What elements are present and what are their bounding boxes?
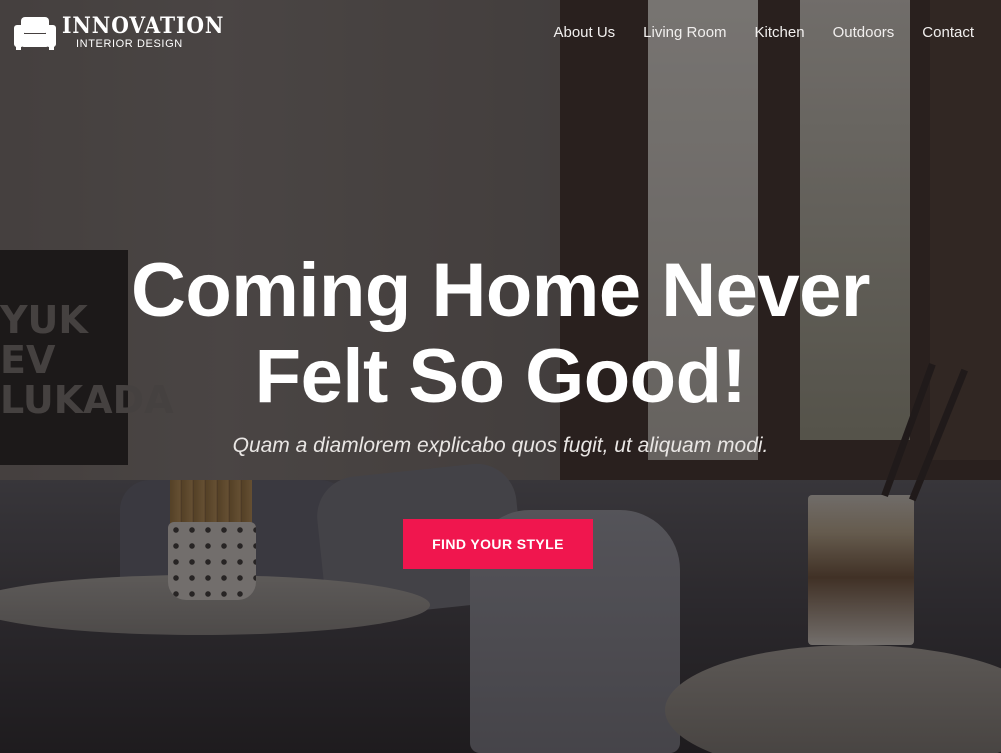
sofa-icon xyxy=(14,14,56,50)
nav-item-about-us[interactable]: About Us xyxy=(553,24,615,42)
site-logo[interactable]: INNOVATION INTERIOR DESIGN xyxy=(14,14,238,50)
hero-title: Coming Home Never Felt So Good! xyxy=(0,248,1001,420)
logo-subtitle: INTERIOR DESIGN xyxy=(76,38,183,50)
nav-item-kitchen[interactable]: Kitchen xyxy=(755,24,805,42)
hero-title-line-2: Felt So Good! xyxy=(254,334,747,419)
nav-item-outdoors[interactable]: Outdoors xyxy=(833,24,895,42)
logo-title: INNOVATION xyxy=(62,13,225,39)
hero-subtitle: Quam a diamlorem explicabo quos fugit, u… xyxy=(232,434,769,457)
site-header: INNOVATION INTERIOR DESIGN About Us Livi… xyxy=(0,0,1001,70)
nav-item-living-room[interactable]: Living Room xyxy=(643,24,726,42)
find-your-style-button[interactable]: FIND YOUR STYLE xyxy=(403,519,593,569)
hero-section: Coming Home Never Felt So Good! Quam a d… xyxy=(0,248,1001,458)
nav-item-contact[interactable]: Contact xyxy=(922,24,974,42)
logo-text: INNOVATION INTERIOR DESIGN xyxy=(62,14,238,50)
hero-title-line-1: Coming Home Never xyxy=(131,248,871,333)
main-navigation: About Us Living Room Kitchen Outdoors Co… xyxy=(553,24,974,42)
